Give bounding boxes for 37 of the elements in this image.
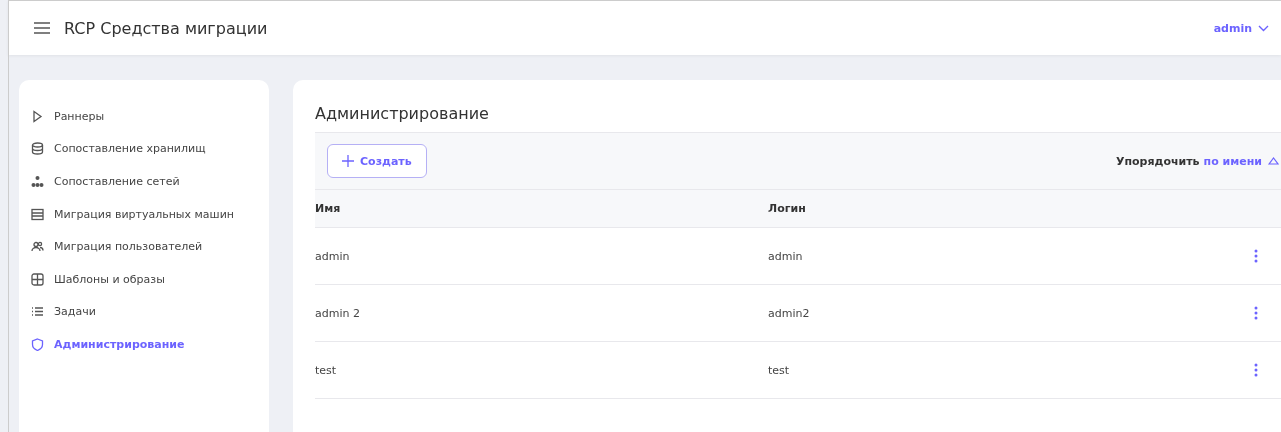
users-icon bbox=[31, 240, 44, 254]
column-header: Имя bbox=[315, 202, 342, 215]
sidebar-item[interactable]: Сопоставление хранилищ bbox=[31, 132, 261, 166]
more-options-icon[interactable] bbox=[1254, 306, 1258, 320]
sidebar-item[interactable]: Администрирование bbox=[31, 328, 261, 361]
more-options-icon[interactable] bbox=[1254, 363, 1258, 377]
sidebar-item[interactable]: Сопоставление сетей bbox=[31, 165, 261, 198]
table-cell-text: admin2 bbox=[768, 306, 811, 320]
triangle-up-icon bbox=[1268, 157, 1279, 165]
sidebar-item[interactable]: Задачи bbox=[31, 295, 261, 329]
sidebar-item[interactable]: Раннеры bbox=[31, 100, 261, 133]
sort-label: Упорядочить bbox=[1115, 154, 1200, 168]
page-title: Администрирование bbox=[315, 104, 490, 123]
sidebar-item[interactable]: Шаблоны и образы bbox=[31, 262, 261, 296]
network-icon bbox=[31, 175, 44, 188]
database-icon bbox=[31, 142, 44, 156]
create-button[interactable]: Создать bbox=[327, 144, 427, 178]
menu-icon[interactable] bbox=[34, 22, 50, 34]
sidebar-item[interactable]: Миграция виртуальных машин bbox=[31, 197, 261, 231]
chevron-down-icon bbox=[1258, 24, 1269, 32]
table-cell-text: test bbox=[768, 363, 791, 377]
more-options-icon[interactable] bbox=[1254, 249, 1258, 263]
table-cell-text: admin bbox=[768, 249, 804, 263]
table-cell-text: test bbox=[315, 363, 338, 377]
grid-icon bbox=[31, 272, 44, 286]
shield-icon bbox=[31, 337, 44, 351]
plus-icon bbox=[342, 155, 354, 167]
column-header: Логин bbox=[768, 202, 807, 215]
table-cell-text: admin bbox=[315, 249, 351, 263]
table-cell-text: admin 2 bbox=[315, 306, 361, 320]
list-icon bbox=[31, 305, 44, 319]
server-icon bbox=[31, 207, 44, 221]
app-title: RCP Средства миграции bbox=[64, 18, 268, 38]
sidebar-item[interactable]: Миграция пользователей bbox=[31, 230, 261, 263]
user-menu-button[interactable]: admin bbox=[1213, 21, 1269, 35]
play-icon bbox=[31, 109, 44, 123]
sort-link[interactable]: по имени bbox=[1203, 154, 1279, 168]
